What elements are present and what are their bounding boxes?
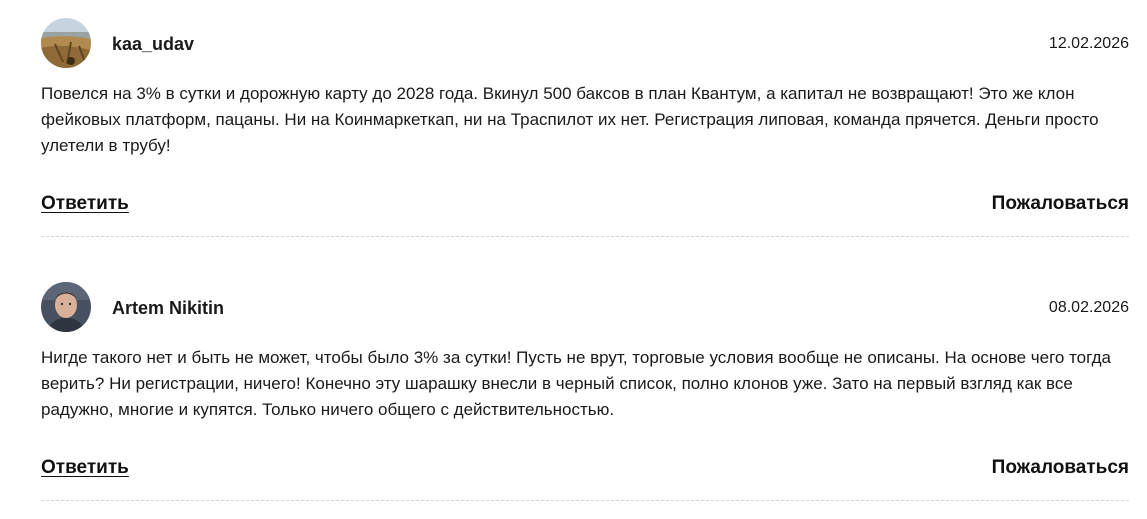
report-link[interactable]: Пожаловаться	[992, 193, 1129, 215]
comment-text: Нигде такого нет и быть не может, чтобы …	[41, 348, 1111, 419]
comment-text: Повелся на 3% в сутки и дорожную карту д…	[41, 84, 1099, 155]
comment-date: 08.02.2026	[1048, 299, 1129, 316]
comment-header: kaa_udav 12.02.2026	[41, 18, 1129, 70]
comment-author: Artem Nikitin	[112, 298, 225, 318]
reply-link[interactable]: Ответить	[41, 457, 129, 479]
reply-link[interactable]: Ответить	[41, 193, 129, 215]
comment: kaa_udav 12.02.2026 Повелся на 3% в сутк…	[41, 18, 1129, 237]
comments-list: kaa_udav 12.02.2026 Повелся на 3% в сутк…	[0, 0, 1147, 519]
comment-divider	[41, 236, 1129, 237]
avatar[interactable]	[41, 18, 91, 68]
comment-divider	[41, 500, 1129, 501]
person-avatar-icon	[41, 282, 91, 332]
comment-date: 12.02.2026	[1048, 35, 1129, 52]
avatar[interactable]	[41, 282, 91, 332]
comment-actions: Ответить Пожаловаться	[41, 193, 1129, 219]
comment-actions: Ответить Пожаловаться	[41, 457, 1129, 483]
landscape-avatar-icon	[41, 18, 91, 68]
comment-header: Artem Nikitin 08.02.2026	[41, 282, 1129, 334]
report-link[interactable]: Пожаловаться	[992, 457, 1129, 479]
comment-author: kaa_udav	[112, 34, 195, 54]
comment: Artem Nikitin 08.02.2026 Нигде такого не…	[41, 282, 1129, 501]
